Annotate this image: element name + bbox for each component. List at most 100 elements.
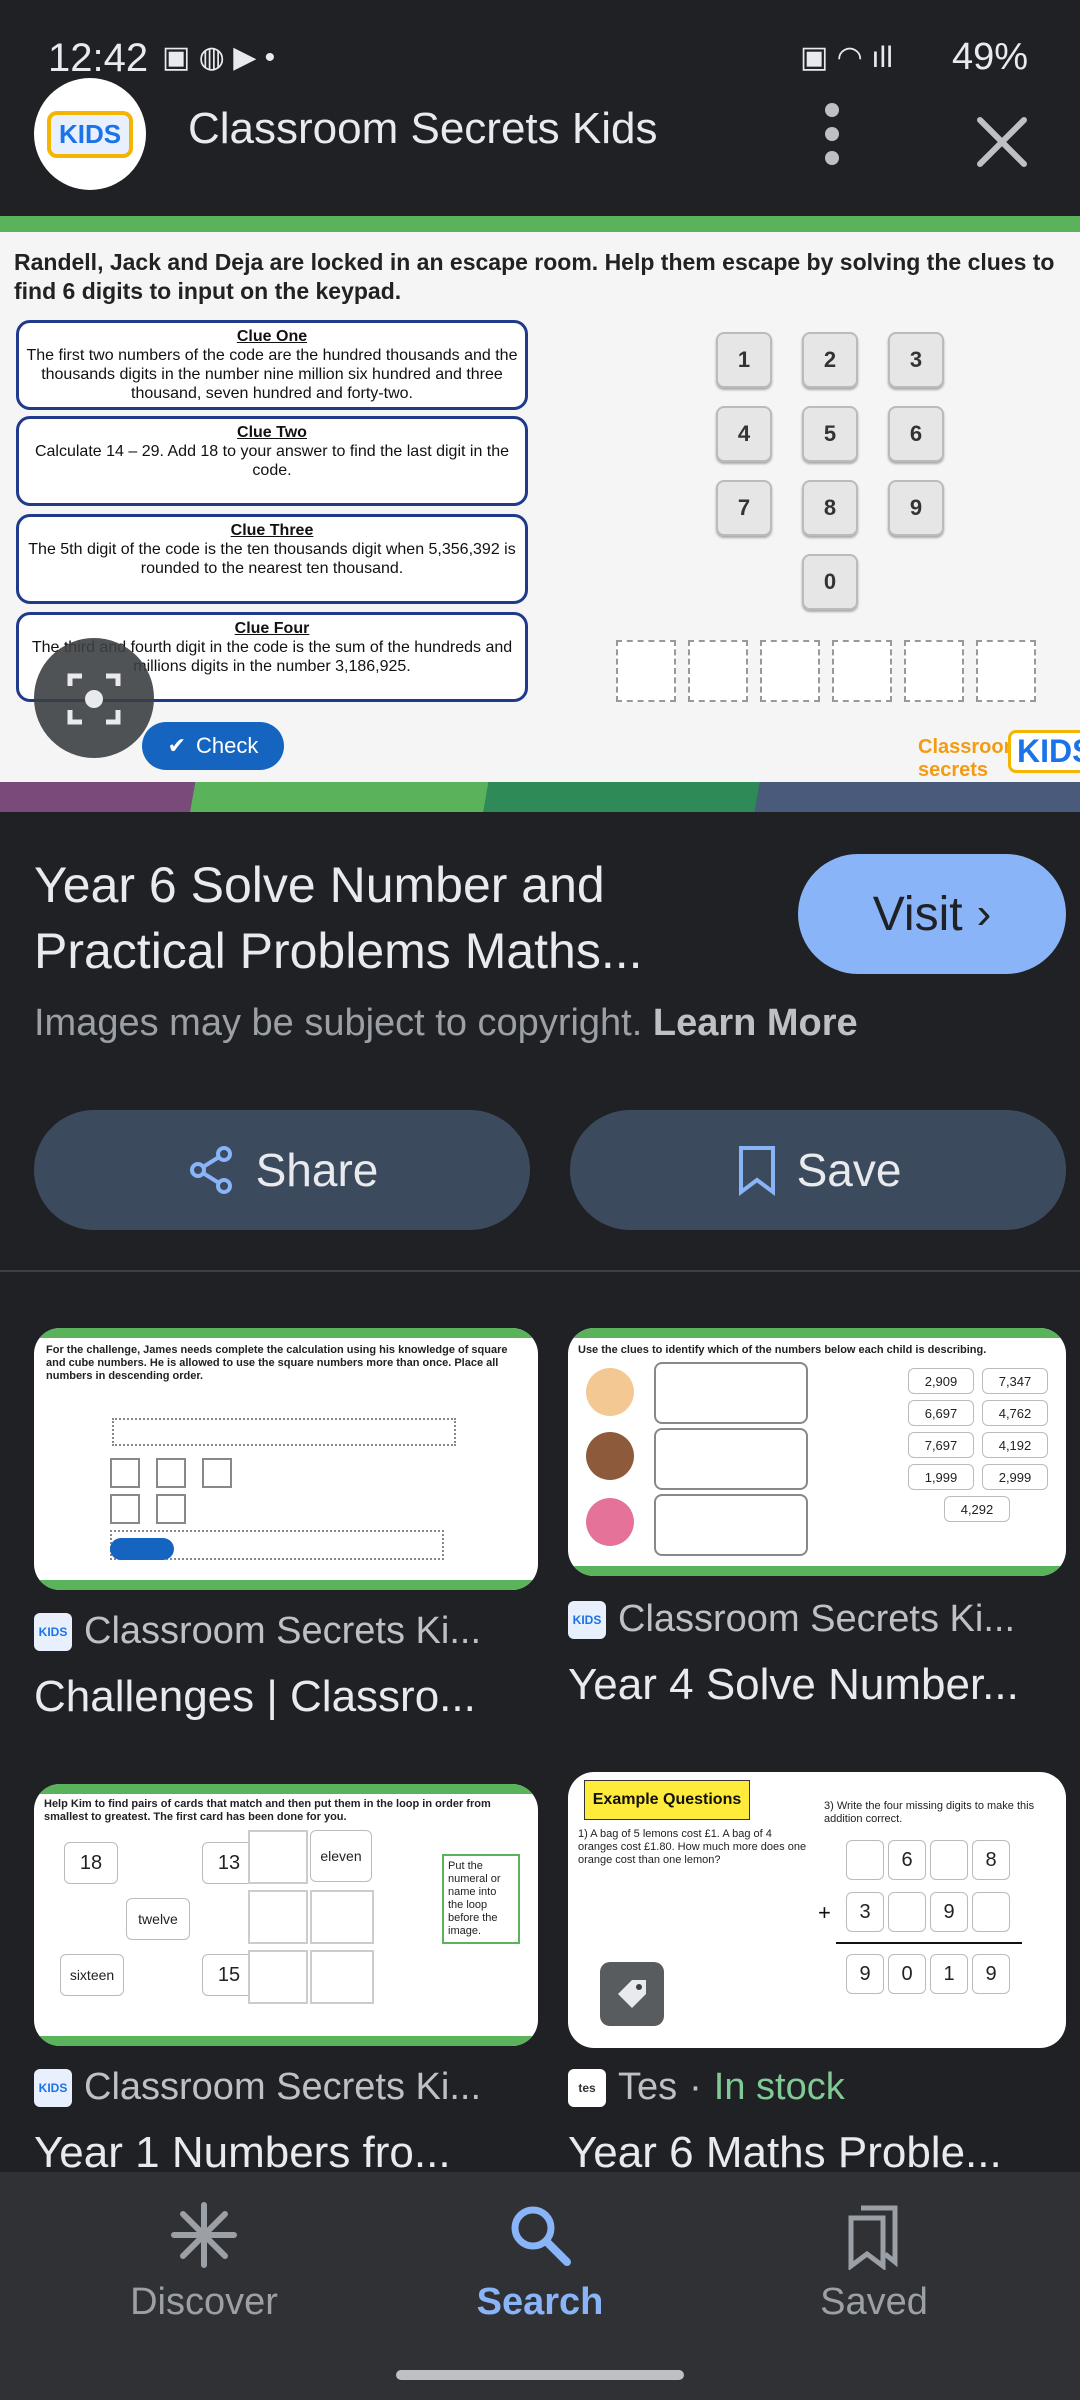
- thumb-strip: [568, 1328, 1066, 1338]
- thumb-strip: [34, 2036, 538, 2046]
- speech-bubble: [654, 1428, 808, 1490]
- nav-search[interactable]: Search: [420, 2200, 660, 2324]
- thumb-text: For the challenge, James needs complete …: [46, 1344, 508, 1382]
- preview-check-button: ✔ Check: [142, 722, 284, 770]
- site-logo[interactable]: KIDS: [34, 78, 146, 190]
- preview-intro: Randell, Jack and Deja are locked in an …: [14, 249, 1055, 304]
- thumb-text: 1) A bag of 5 lemons cost £1. A bag of 4…: [578, 1828, 807, 1866]
- result-title[interactable]: Year 4 Solve Number...: [568, 1660, 1019, 1710]
- result-thumbnail[interactable]: Example Questions 1) A bag of 5 lemons c…: [568, 1772, 1066, 2048]
- share-label: Share: [255, 1144, 379, 1196]
- keypad-key: 6: [888, 406, 944, 462]
- number-card: 2,999: [982, 1464, 1048, 1490]
- image-title[interactable]: Year 6 Solve Number and Practical Proble…: [34, 852, 734, 984]
- check-label: Check: [196, 733, 259, 758]
- digit-box: 9: [846, 1954, 884, 1994]
- keypad-key: 4: [716, 406, 772, 462]
- thumb-heading: Example Questions: [584, 1780, 750, 1820]
- code-slot: [976, 640, 1036, 702]
- loop-box: [310, 1890, 374, 1944]
- result-source[interactable]: KIDS Classroom Secrets Ki...: [34, 2066, 481, 2109]
- clue-title: Clue Three: [230, 522, 314, 539]
- preview-image[interactable]: Randell, Jack and Deja are locked in an …: [0, 216, 1080, 812]
- home-indicator[interactable]: [396, 2370, 684, 2380]
- nav-discover-label: Discover: [130, 2281, 278, 2323]
- clue-one: Clue One The first two numbers of the co…: [16, 320, 528, 410]
- keypad-key: 2: [802, 332, 858, 388]
- bookmark-icon: [738, 1146, 775, 1196]
- clue-text: The first two numbers of the code are th…: [26, 347, 518, 402]
- discover-icon: [171, 2202, 237, 2268]
- signal-icons: ▣ ◠ ıll: [800, 41, 893, 74]
- thumb-text: Use the clues to identify which of the n…: [578, 1344, 987, 1356]
- nav-saved[interactable]: Saved: [754, 2200, 994, 2324]
- result-source[interactable]: KIDS Classroom Secrets Ki...: [34, 1610, 481, 1653]
- child-avatar: [586, 1368, 634, 1416]
- clue-title: Clue Two: [237, 424, 307, 441]
- result-thumbnail[interactable]: Use the clues to identify which of the n…: [568, 1328, 1066, 1576]
- result-thumbnail[interactable]: For the challenge, James needs complete …: [34, 1328, 538, 1590]
- result-title[interactable]: Year 1 Numbers fro...: [34, 2128, 451, 2178]
- thumb-strip: [34, 1784, 538, 1794]
- keypad-key: 1: [716, 332, 772, 388]
- site-favicon: KIDS: [568, 1600, 606, 1639]
- loop-box: [310, 1950, 374, 2004]
- result-title[interactable]: Year 6 Maths Proble...: [568, 2128, 1002, 2178]
- stock-status: In stock: [713, 2066, 845, 2108]
- close-icon[interactable]: [972, 112, 1032, 172]
- number-card: 7,347: [982, 1368, 1048, 1394]
- digit-box: [888, 1892, 926, 1932]
- site-favicon: KIDS: [34, 2068, 72, 2107]
- save-label: Save: [796, 1144, 902, 1196]
- thumb-box: [156, 1458, 186, 1488]
- clue-title: Clue Four: [234, 620, 310, 637]
- sum-line: [836, 1942, 1022, 1944]
- visit-button[interactable]: Visit ›: [798, 854, 1066, 974]
- search-icon: [511, 2206, 571, 2266]
- nav-discover[interactable]: Discover: [84, 2200, 324, 2324]
- thumb-box: [156, 1494, 186, 1524]
- tag-icon: [618, 1980, 646, 2008]
- clue-three: Clue Three The 5th digit of the code is …: [16, 514, 528, 604]
- result-source[interactable]: KIDS Classroom Secrets Ki...: [568, 1598, 1015, 1641]
- share-button[interactable]: Share: [34, 1110, 530, 1230]
- loop-box: [248, 1950, 308, 2004]
- clue-title: Clue One: [236, 328, 308, 345]
- digit-box: 3: [846, 1892, 884, 1932]
- save-button[interactable]: Save: [570, 1110, 1066, 1230]
- keypad-key: 9: [888, 480, 944, 536]
- logo-text: KIDS: [46, 110, 134, 158]
- learn-more-link[interactable]: Learn More: [653, 1002, 858, 1044]
- thumb-box: [202, 1458, 232, 1488]
- thumb-check: [110, 1538, 174, 1560]
- thumb-box: [110, 1458, 140, 1488]
- number-card: 18: [64, 1842, 118, 1884]
- clue-two: Clue Two Calculate 14 – 29. Add 18 to yo…: [16, 416, 528, 506]
- source-separator: ·: [689, 2066, 702, 2108]
- keypad-key: 0: [802, 554, 858, 610]
- result-thumbnail[interactable]: Help Kim to find pairs of cards that mat…: [34, 1784, 538, 2046]
- status-time: 12:42: [48, 36, 149, 80]
- child-avatar: [586, 1432, 634, 1480]
- speech-bubble: [654, 1362, 808, 1424]
- brand-kids-logo: KIDS: [1008, 730, 1080, 773]
- thumb-strip: [34, 1328, 538, 1338]
- result-source[interactable]: tes Tes · In stock: [568, 2066, 845, 2109]
- preview-bottom-strip: [0, 782, 1080, 812]
- price-tag-badge: [600, 1962, 664, 2026]
- source-name: Classroom Secrets Ki...: [84, 1610, 481, 1652]
- number-card: 7,697: [908, 1432, 974, 1458]
- result-title[interactable]: Challenges | Classro...: [34, 1672, 476, 1722]
- lens-camera-icon: [67, 673, 121, 725]
- speech-bubble: [654, 1494, 808, 1556]
- digit-box: 9: [930, 1892, 968, 1932]
- number-card: 1,999: [908, 1464, 974, 1490]
- check-circle-icon: ✔: [167, 733, 187, 758]
- share-icon: [189, 1146, 232, 1194]
- more-options-icon[interactable]: [822, 102, 842, 166]
- digit-box: 0: [888, 1954, 926, 1994]
- lens-button[interactable]: [34, 638, 154, 758]
- number-card: 2,909: [908, 1368, 974, 1394]
- number-card: twelve: [126, 1898, 190, 1940]
- copyright-text: Images may be subject to copyright.: [34, 1002, 643, 1044]
